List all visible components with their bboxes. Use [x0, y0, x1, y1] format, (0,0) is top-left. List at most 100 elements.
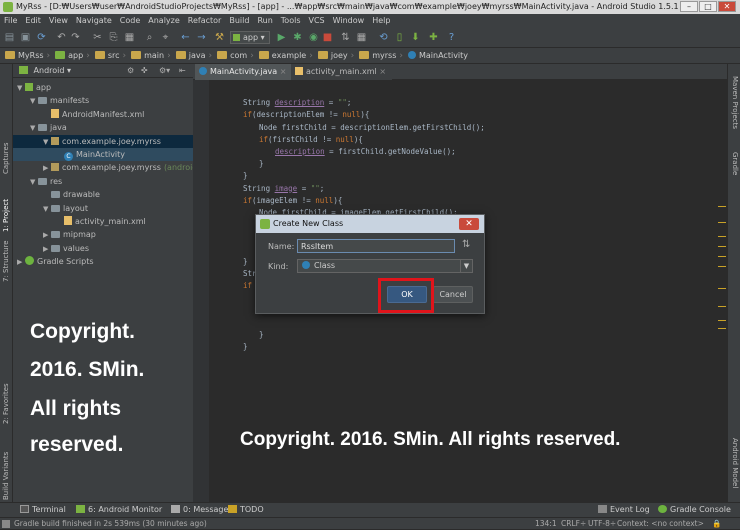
collapsed-arrow-icon[interactable]: ▶: [43, 229, 51, 242]
caret-position[interactable]: 134:1: [535, 518, 557, 530]
copy-icon[interactable]: ⎘: [108, 32, 119, 43]
debug-icon[interactable]: ✱: [292, 32, 303, 43]
project-view-mode-select[interactable]: Android: [34, 66, 65, 75]
forward-icon[interactable]: →: [196, 32, 207, 43]
event-log-tab[interactable]: Event Log: [598, 503, 650, 517]
maximize-button[interactable]: □: [699, 1, 717, 12]
structure-tool-tab[interactable]: 7: Structure: [2, 240, 10, 282]
breadcrumb-item[interactable]: example: [258, 48, 306, 64]
breadcrumb-item[interactable]: com: [217, 48, 247, 64]
lock-icon[interactable]: 🔒: [712, 518, 721, 530]
breadcrumb-item[interactable]: java: [175, 48, 205, 64]
close-tab-icon[interactable]: ×: [377, 67, 386, 76]
cut-icon[interactable]: ✂: [92, 32, 103, 43]
vcs-icon[interactable]: ⇅: [340, 32, 351, 43]
warning-mark[interactable]: [718, 206, 726, 207]
project-tool-tab[interactable]: 1: Project: [2, 199, 10, 232]
warning-mark[interactable]: [718, 256, 726, 257]
sdk-manager-icon[interactable]: ⬇: [410, 32, 421, 43]
warning-mark[interactable]: [718, 222, 726, 223]
warning-mark[interactable]: [718, 328, 726, 329]
open-folder-icon[interactable]: ▤: [4, 32, 15, 43]
warning-mark[interactable]: [718, 246, 726, 247]
todo-tab[interactable]: TODO: [228, 503, 264, 517]
warning-mark[interactable]: [718, 320, 726, 321]
paste-icon[interactable]: ▦: [124, 32, 135, 43]
stop-icon[interactable]: ■: [322, 32, 333, 43]
attach-debugger-icon[interactable]: ◉: [308, 32, 319, 43]
cancel-button[interactable]: Cancel: [433, 286, 473, 303]
expanded-arrow-icon[interactable]: ▼: [43, 136, 51, 149]
breadcrumb-item[interactable]: main: [131, 48, 164, 64]
breadcrumb-item[interactable]: app: [55, 48, 83, 64]
menu-item-view[interactable]: View: [45, 14, 72, 28]
terminal-tab[interactable]: Terminal: [20, 503, 66, 517]
expanded-arrow-icon[interactable]: ▼: [30, 176, 38, 189]
close-window-button[interactable]: ✕: [718, 1, 736, 12]
tree-item[interactable]: ▼ app: [13, 81, 193, 94]
redo-icon[interactable]: ↷: [70, 32, 81, 43]
android-monitor-tab[interactable]: 6: Android Monitor: [76, 503, 162, 517]
gradle-console-tab[interactable]: Gradle Console: [658, 503, 731, 517]
menu-item-code[interactable]: Code: [116, 14, 144, 28]
tree-item[interactable]: C MainActivity: [13, 148, 193, 161]
collapsed-arrow-icon[interactable]: ▶: [17, 256, 25, 269]
gradle-tab[interactable]: Gradle: [731, 152, 739, 175]
tree-item[interactable]: ▼ manifests: [13, 94, 193, 107]
expanded-arrow-icon[interactable]: ▼: [30, 122, 38, 135]
replace-icon[interactable]: ⌖: [160, 32, 171, 43]
minimize-button[interactable]: –: [680, 1, 698, 12]
tree-item[interactable]: ▼ java: [13, 121, 193, 134]
menu-item-help[interactable]: Help: [368, 14, 394, 28]
tree-item[interactable]: ▶ Gradle Scripts: [13, 255, 193, 268]
favorites-tool-tab[interactable]: 2: Favorites: [2, 383, 10, 424]
tree-item[interactable]: ▼ res: [13, 175, 193, 188]
kind-select[interactable]: Class ▼: [297, 259, 473, 273]
expanded-arrow-icon[interactable]: ▼: [30, 95, 38, 108]
line-separator[interactable]: CRLF÷: [561, 518, 586, 530]
collapsed-arrow-icon[interactable]: ▶: [43, 162, 51, 175]
menu-item-vcs[interactable]: VCS: [305, 14, 329, 28]
warning-mark[interactable]: [718, 236, 726, 237]
android-device-monitor-icon[interactable]: ✚: [428, 32, 439, 43]
messages-tab[interactable]: 0: Messages: [171, 503, 233, 517]
menu-item-refactor[interactable]: Refactor: [184, 14, 226, 28]
breadcrumb-item[interactable]: myrss: [359, 48, 396, 64]
breadcrumb-item[interactable]: src: [94, 48, 120, 64]
tree-item[interactable]: ▼ com.example.joey.myrss: [13, 134, 193, 149]
warning-mark[interactable]: [718, 266, 726, 267]
sync-icon[interactable]: ⟳: [36, 32, 47, 43]
captures-tab[interactable]: Captures: [2, 143, 10, 174]
back-icon[interactable]: ←: [180, 32, 191, 43]
sort-arrows-icon[interactable]: ⇅: [462, 239, 470, 250]
make-project-icon[interactable]: ⚒: [214, 32, 225, 43]
maven-projects-tab[interactable]: Maven Projects: [731, 76, 739, 129]
expanded-arrow-icon[interactable]: ▼: [43, 203, 51, 216]
breadcrumb-item[interactable]: joey: [317, 48, 348, 64]
warning-mark[interactable]: [718, 306, 726, 307]
run-config-select[interactable]: app ▾: [230, 31, 270, 44]
dialog-close-button[interactable]: ✕: [459, 218, 479, 230]
collapse-all-icon[interactable]: ✜: [141, 64, 148, 78]
menu-item-tools[interactable]: Tools: [277, 14, 305, 28]
sync-gradle-icon[interactable]: ⟲: [378, 32, 389, 43]
breadcrumb-item[interactable]: MyRss: [5, 48, 44, 64]
save-icon[interactable]: ▣: [20, 32, 31, 43]
menu-item-file[interactable]: File: [0, 14, 21, 28]
tree-item[interactable]: ▶ com.example.joey.myrss (androidTest): [13, 161, 216, 175]
tree-item[interactable]: drawable: [13, 188, 193, 201]
menu-item-run[interactable]: Run: [253, 14, 276, 28]
menu-item-build[interactable]: Build: [225, 14, 253, 28]
tree-item[interactable]: AndroidManifest.xml: [13, 108, 193, 121]
tree-item[interactable]: ▶ values: [13, 242, 193, 255]
class-name-input[interactable]: [297, 239, 455, 253]
menu-item-window[interactable]: Window: [329, 14, 369, 28]
project-structure-icon[interactable]: ▦: [356, 32, 367, 43]
editor-tab[interactable]: MainActivity.java ×: [195, 64, 293, 80]
tree-item[interactable]: ▶ mipmap: [13, 228, 193, 241]
sync-scroll-icon[interactable]: ⚙: [127, 64, 134, 78]
warning-mark[interactable]: [718, 288, 726, 289]
android-model-tab[interactable]: Android Model: [731, 438, 739, 488]
expanded-arrow-icon[interactable]: ▼: [17, 82, 25, 95]
run-icon[interactable]: ▶: [276, 32, 287, 43]
